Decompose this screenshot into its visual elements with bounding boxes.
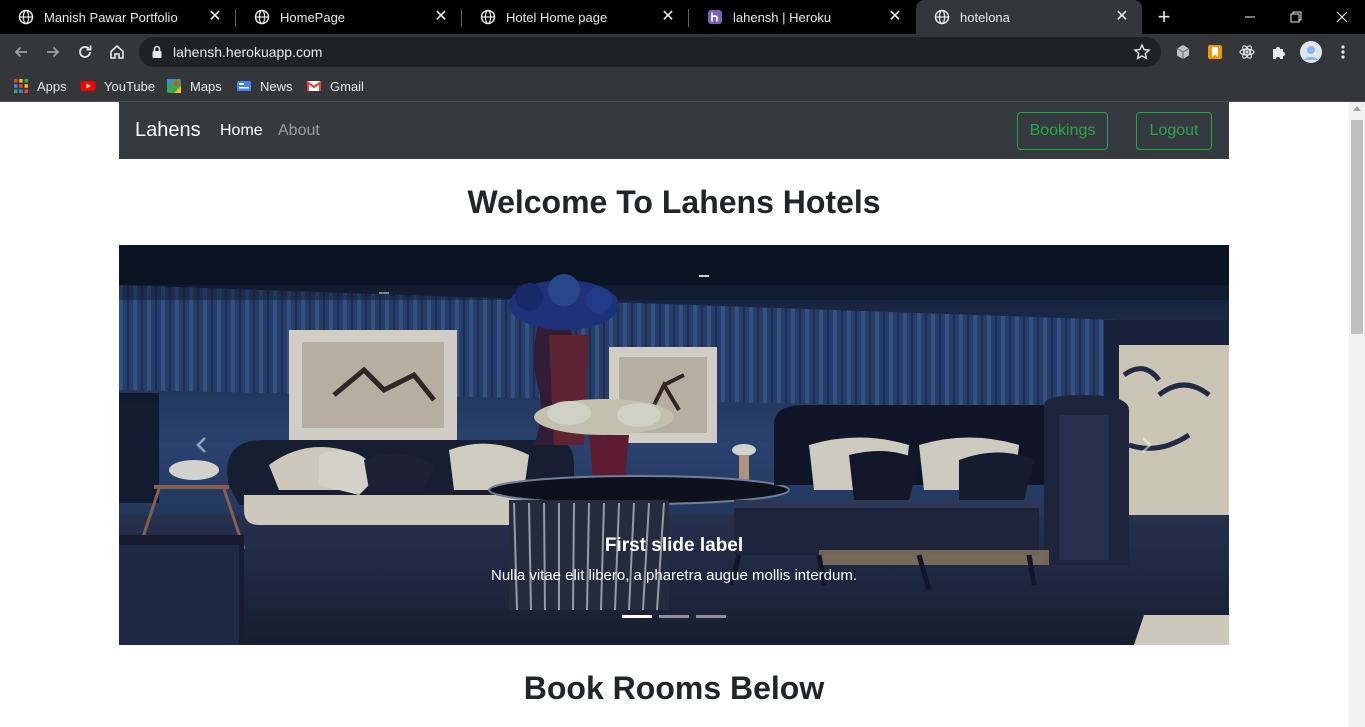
brand-logo[interactable]: Lahens bbox=[135, 119, 201, 142]
minimize-icon bbox=[1245, 16, 1255, 18]
react-devtools-extension[interactable] bbox=[1237, 42, 1257, 62]
reload-icon bbox=[79, 45, 92, 58]
puzzle-icon bbox=[1273, 47, 1285, 59]
caption-text: Nulla vitae elit libero, a pharetra augu… bbox=[490, 567, 858, 584]
gmail-icon bbox=[306, 81, 322, 91]
bookmark-maps[interactable]: Maps bbox=[166, 77, 222, 95]
carousel-indicator-2[interactable] bbox=[659, 615, 689, 618]
minimize-button[interactable] bbox=[1227, 0, 1273, 34]
cube-extension[interactable] bbox=[1173, 42, 1193, 62]
bookmark-news[interactable]: News bbox=[236, 77, 293, 95]
tab-title: Hotel Home page bbox=[506, 9, 608, 25]
bookmark-gmail[interactable]: Gmail bbox=[306, 77, 364, 95]
url-text: lahensh.herokuapp.com bbox=[173, 44, 323, 60]
youtube-icon bbox=[80, 81, 96, 91]
carousel-prev-button[interactable] bbox=[119, 245, 285, 645]
tab-title: HomePage bbox=[280, 9, 346, 25]
carousel-indicator-3[interactable] bbox=[696, 615, 726, 618]
heroku-icon bbox=[708, 10, 722, 24]
browser-toolbar: lahensh.herokuapp.com bbox=[0, 34, 1365, 70]
globe-icon bbox=[934, 9, 950, 25]
browser-menu-button[interactable] bbox=[1333, 42, 1353, 62]
bookmark-ext-icon bbox=[1208, 45, 1222, 59]
browser-chrome: Manish Pawar Portfolio ✕ HomePage ✕ Hote… bbox=[0, 0, 1365, 102]
welcome-heading: Welcome To Lahens Hotels bbox=[467, 184, 881, 220]
apps-grid-icon bbox=[14, 79, 28, 93]
globe-icon bbox=[254, 9, 270, 25]
bookings-button[interactable]: Bookings bbox=[1017, 112, 1108, 150]
page-scrollbar[interactable] bbox=[1349, 102, 1365, 727]
bookmark-label: Apps bbox=[37, 78, 67, 94]
carousel-indicator-1[interactable] bbox=[622, 615, 652, 618]
bookmark-label: Maps bbox=[190, 78, 222, 94]
home-icon bbox=[110, 44, 124, 59]
globe-icon bbox=[18, 9, 34, 25]
carousel-caption: First slide label Nulla vitae elit liber… bbox=[119, 535, 1229, 584]
bookmark-label: News bbox=[260, 78, 293, 94]
forward-button[interactable] bbox=[41, 40, 65, 64]
carousel-next-button[interactable] bbox=[1063, 245, 1229, 645]
carousel-indicators bbox=[119, 615, 1229, 618]
tab-manish-pawar-portfolio[interactable]: Manish Pawar Portfolio ✕ bbox=[0, 0, 235, 34]
tab-hotelona[interactable]: hotelona ✕ bbox=[916, 0, 1142, 34]
close-icon[interactable]: ✕ bbox=[887, 9, 903, 25]
bookmark-label: Gmail bbox=[330, 78, 364, 94]
bookmark-apps[interactable]: Apps bbox=[13, 77, 67, 95]
restore-icon bbox=[1290, 11, 1302, 23]
maps-icon bbox=[167, 79, 181, 93]
avatar bbox=[1300, 41, 1322, 63]
tab-hotel-home-page[interactable]: Hotel Home page ✕ bbox=[462, 0, 688, 34]
reload-button[interactable] bbox=[73, 40, 97, 64]
kebab-menu-icon bbox=[1341, 45, 1345, 59]
close-icon[interactable]: ✕ bbox=[433, 9, 449, 25]
nav-about[interactable]: About bbox=[278, 122, 320, 140]
logout-button[interactable]: Logout bbox=[1136, 112, 1212, 150]
tab-lahensh-heroku[interactable]: lahensh | Heroku ✕ bbox=[689, 0, 915, 34]
close-window-button[interactable] bbox=[1319, 0, 1365, 34]
arrow-left-icon bbox=[14, 46, 27, 58]
chevron-left-icon bbox=[196, 437, 206, 453]
profile-button[interactable] bbox=[1299, 40, 1323, 64]
close-icon[interactable]: ✕ bbox=[1114, 9, 1130, 25]
new-tab-button[interactable]: + bbox=[1152, 6, 1176, 28]
site-navbar: Lahens Home About Bookings Logout bbox=[119, 102, 1229, 159]
home-button[interactable] bbox=[105, 40, 129, 64]
scrollbar-thumb[interactable] bbox=[1351, 120, 1363, 334]
react-icon bbox=[1239, 45, 1255, 59]
tab-title: Manish Pawar Portfolio bbox=[44, 9, 178, 25]
tab-title: lahensh | Heroku bbox=[733, 9, 832, 25]
close-icon[interactable]: ✕ bbox=[207, 9, 223, 25]
close-icon[interactable]: ✕ bbox=[660, 9, 676, 25]
globe-icon bbox=[480, 9, 496, 25]
lock-icon bbox=[152, 45, 162, 58]
tab-strip: Manish Pawar Portfolio ✕ HomePage ✕ Hote… bbox=[0, 0, 1365, 34]
arrow-right-icon bbox=[47, 46, 60, 58]
nav-home[interactable]: Home bbox=[220, 122, 263, 140]
extensions-button[interactable] bbox=[1269, 42, 1289, 62]
book-rooms-heading: Book Rooms Below bbox=[523, 670, 825, 706]
bookmark-extension[interactable] bbox=[1205, 42, 1225, 62]
cube-icon bbox=[1176, 45, 1190, 59]
restore-button[interactable] bbox=[1273, 0, 1319, 34]
back-button[interactable] bbox=[9, 40, 33, 64]
page-viewport: Lahens Home About Bookings Logout Welcom… bbox=[0, 102, 1365, 727]
bookmark-youtube[interactable]: YouTube bbox=[80, 77, 155, 95]
caption-title: First slide label bbox=[604, 535, 744, 556]
star-icon[interactable] bbox=[1133, 43, 1151, 61]
scroll-up-arrow[interactable] bbox=[1353, 106, 1361, 111]
tab-homepage[interactable]: HomePage ✕ bbox=[236, 0, 461, 34]
bookmark-label: YouTube bbox=[104, 78, 156, 94]
bookmarks-bar: Apps YouTube Maps News Gmail bbox=[0, 70, 1365, 102]
tab-title: hotelona bbox=[960, 9, 1010, 25]
news-icon bbox=[237, 81, 251, 91]
close-icon bbox=[1336, 11, 1348, 23]
chevron-right-icon bbox=[1142, 437, 1152, 453]
hotel-carousel: First slide label Nulla vitae elit liber… bbox=[119, 245, 1229, 645]
address-bar[interactable]: lahensh.herokuapp.com bbox=[139, 37, 1161, 67]
